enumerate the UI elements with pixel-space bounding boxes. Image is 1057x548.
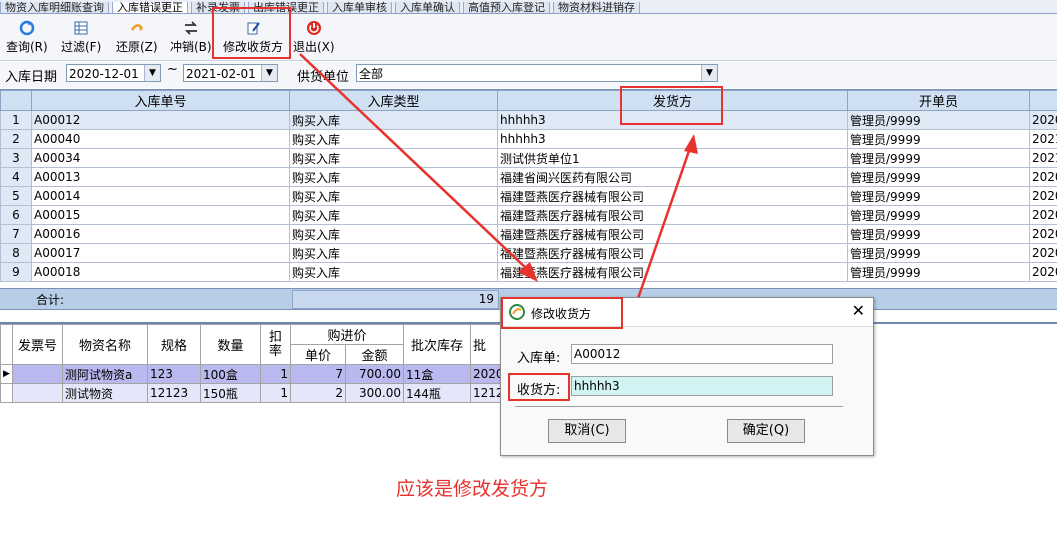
order-field[interactable] <box>571 344 833 364</box>
receiver-field[interactable] <box>571 376 833 396</box>
dialog-divider <box>515 406 843 407</box>
arrowhead-icon <box>684 134 698 154</box>
order-label: 入库单: <box>517 347 560 366</box>
annotation-text: 应该是修改发货方 <box>396 474 548 501</box>
highlight-receiver-label-box <box>508 373 570 401</box>
arrow-to-sender-column <box>633 148 690 313</box>
close-icon[interactable]: ✕ <box>852 301 865 320</box>
highlight-dialog-title-box <box>501 297 623 329</box>
ok-button[interactable]: 确定(Q) <box>727 419 805 443</box>
annotation-arrows <box>0 0 1057 546</box>
arrow-to-dialog <box>300 54 528 270</box>
cancel-button[interactable]: 取消(C) <box>548 419 626 443</box>
